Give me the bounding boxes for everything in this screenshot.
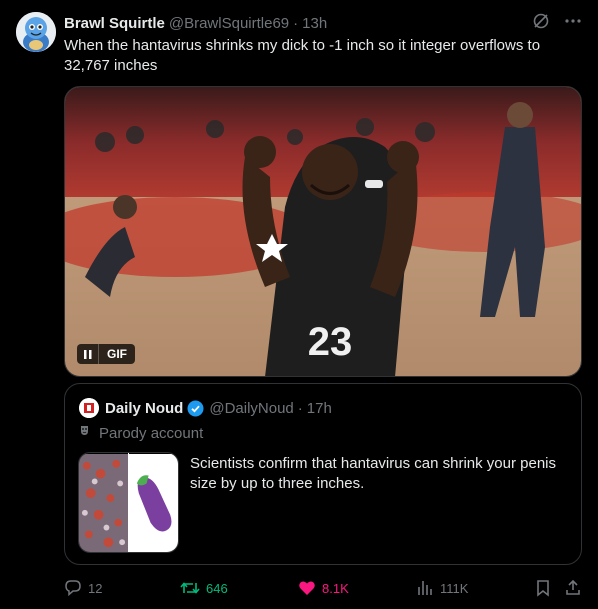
theater-masks-icon bbox=[79, 424, 93, 442]
separator-dot: · bbox=[293, 14, 299, 32]
parody-text: Parody account bbox=[99, 424, 204, 442]
virus-micrograph-image bbox=[79, 453, 129, 552]
action-bar: 12 646 8.1K 111K bbox=[64, 576, 584, 600]
gif-label: GIF bbox=[107, 347, 127, 361]
share-button[interactable] bbox=[564, 579, 582, 597]
like-count: 8.1K bbox=[322, 580, 349, 596]
retweet-count: 646 bbox=[206, 580, 228, 596]
retweet-button[interactable]: 646 bbox=[180, 579, 228, 597]
author-name[interactable]: Brawl Squirtle bbox=[64, 15, 165, 32]
bookmark-button[interactable] bbox=[534, 579, 552, 597]
tweet-text: When the hantavirus shrinks my dick to -… bbox=[64, 37, 541, 74]
tweet-header: Brawl Squirtle @BrawlSquirtle69 · 13h bbox=[64, 13, 582, 33]
gif-badge[interactable]: GIF bbox=[77, 344, 135, 364]
grok-icon[interactable] bbox=[532, 12, 550, 34]
verified-badge-icon bbox=[187, 400, 204, 417]
quote-timestamp: 17h bbox=[306, 399, 332, 417]
separator-dot: · bbox=[297, 399, 303, 417]
quote-avatar[interactable] bbox=[79, 398, 99, 418]
quoted-tweet[interactable]: Daily Noud @DailyNoud · 17h Parody accou… bbox=[64, 383, 582, 565]
header-icons bbox=[532, 12, 582, 34]
gif-frame: 23 bbox=[65, 87, 581, 376]
tweet-gif[interactable]: 23 GIF bbox=[64, 86, 582, 377]
bookmark-icon bbox=[537, 580, 549, 597]
timestamp[interactable]: 13h bbox=[302, 15, 327, 32]
views-count: 111K bbox=[440, 580, 469, 596]
author-handle[interactable]: @BrawlSquirtle69 bbox=[169, 15, 289, 32]
like-button[interactable]: 8.1K bbox=[298, 579, 349, 597]
reply-count: 12 bbox=[88, 580, 103, 596]
eggplant-icon bbox=[129, 453, 178, 552]
reply-icon bbox=[65, 580, 81, 597]
quote-author-handle: @DailyNoud bbox=[209, 399, 294, 417]
tweet[interactable]: Brawl Squirtle @BrawlSquirtle69 · 13h Wh… bbox=[0, 0, 598, 609]
pause-icon[interactable] bbox=[77, 344, 99, 364]
views-button[interactable]: 111K bbox=[416, 579, 468, 597]
quote-text: Scientists confirm that hantavirus can s… bbox=[190, 455, 556, 492]
share-icon bbox=[566, 579, 580, 595]
quote-header: Daily Noud @DailyNoud · 17h bbox=[79, 398, 332, 418]
retweet-icon bbox=[180, 582, 200, 594]
author-avatar[interactable] bbox=[16, 12, 56, 52]
parody-account-label: Parody account bbox=[79, 424, 203, 442]
heart-icon bbox=[299, 581, 315, 595]
more-options-icon[interactable] bbox=[564, 12, 582, 34]
quote-image[interactable] bbox=[78, 452, 179, 553]
reply-button[interactable]: 12 bbox=[64, 579, 102, 597]
views-chart-icon bbox=[418, 581, 432, 595]
jersey-number: 23 bbox=[308, 320, 353, 364]
quote-author-name: Daily Noud bbox=[105, 399, 184, 417]
